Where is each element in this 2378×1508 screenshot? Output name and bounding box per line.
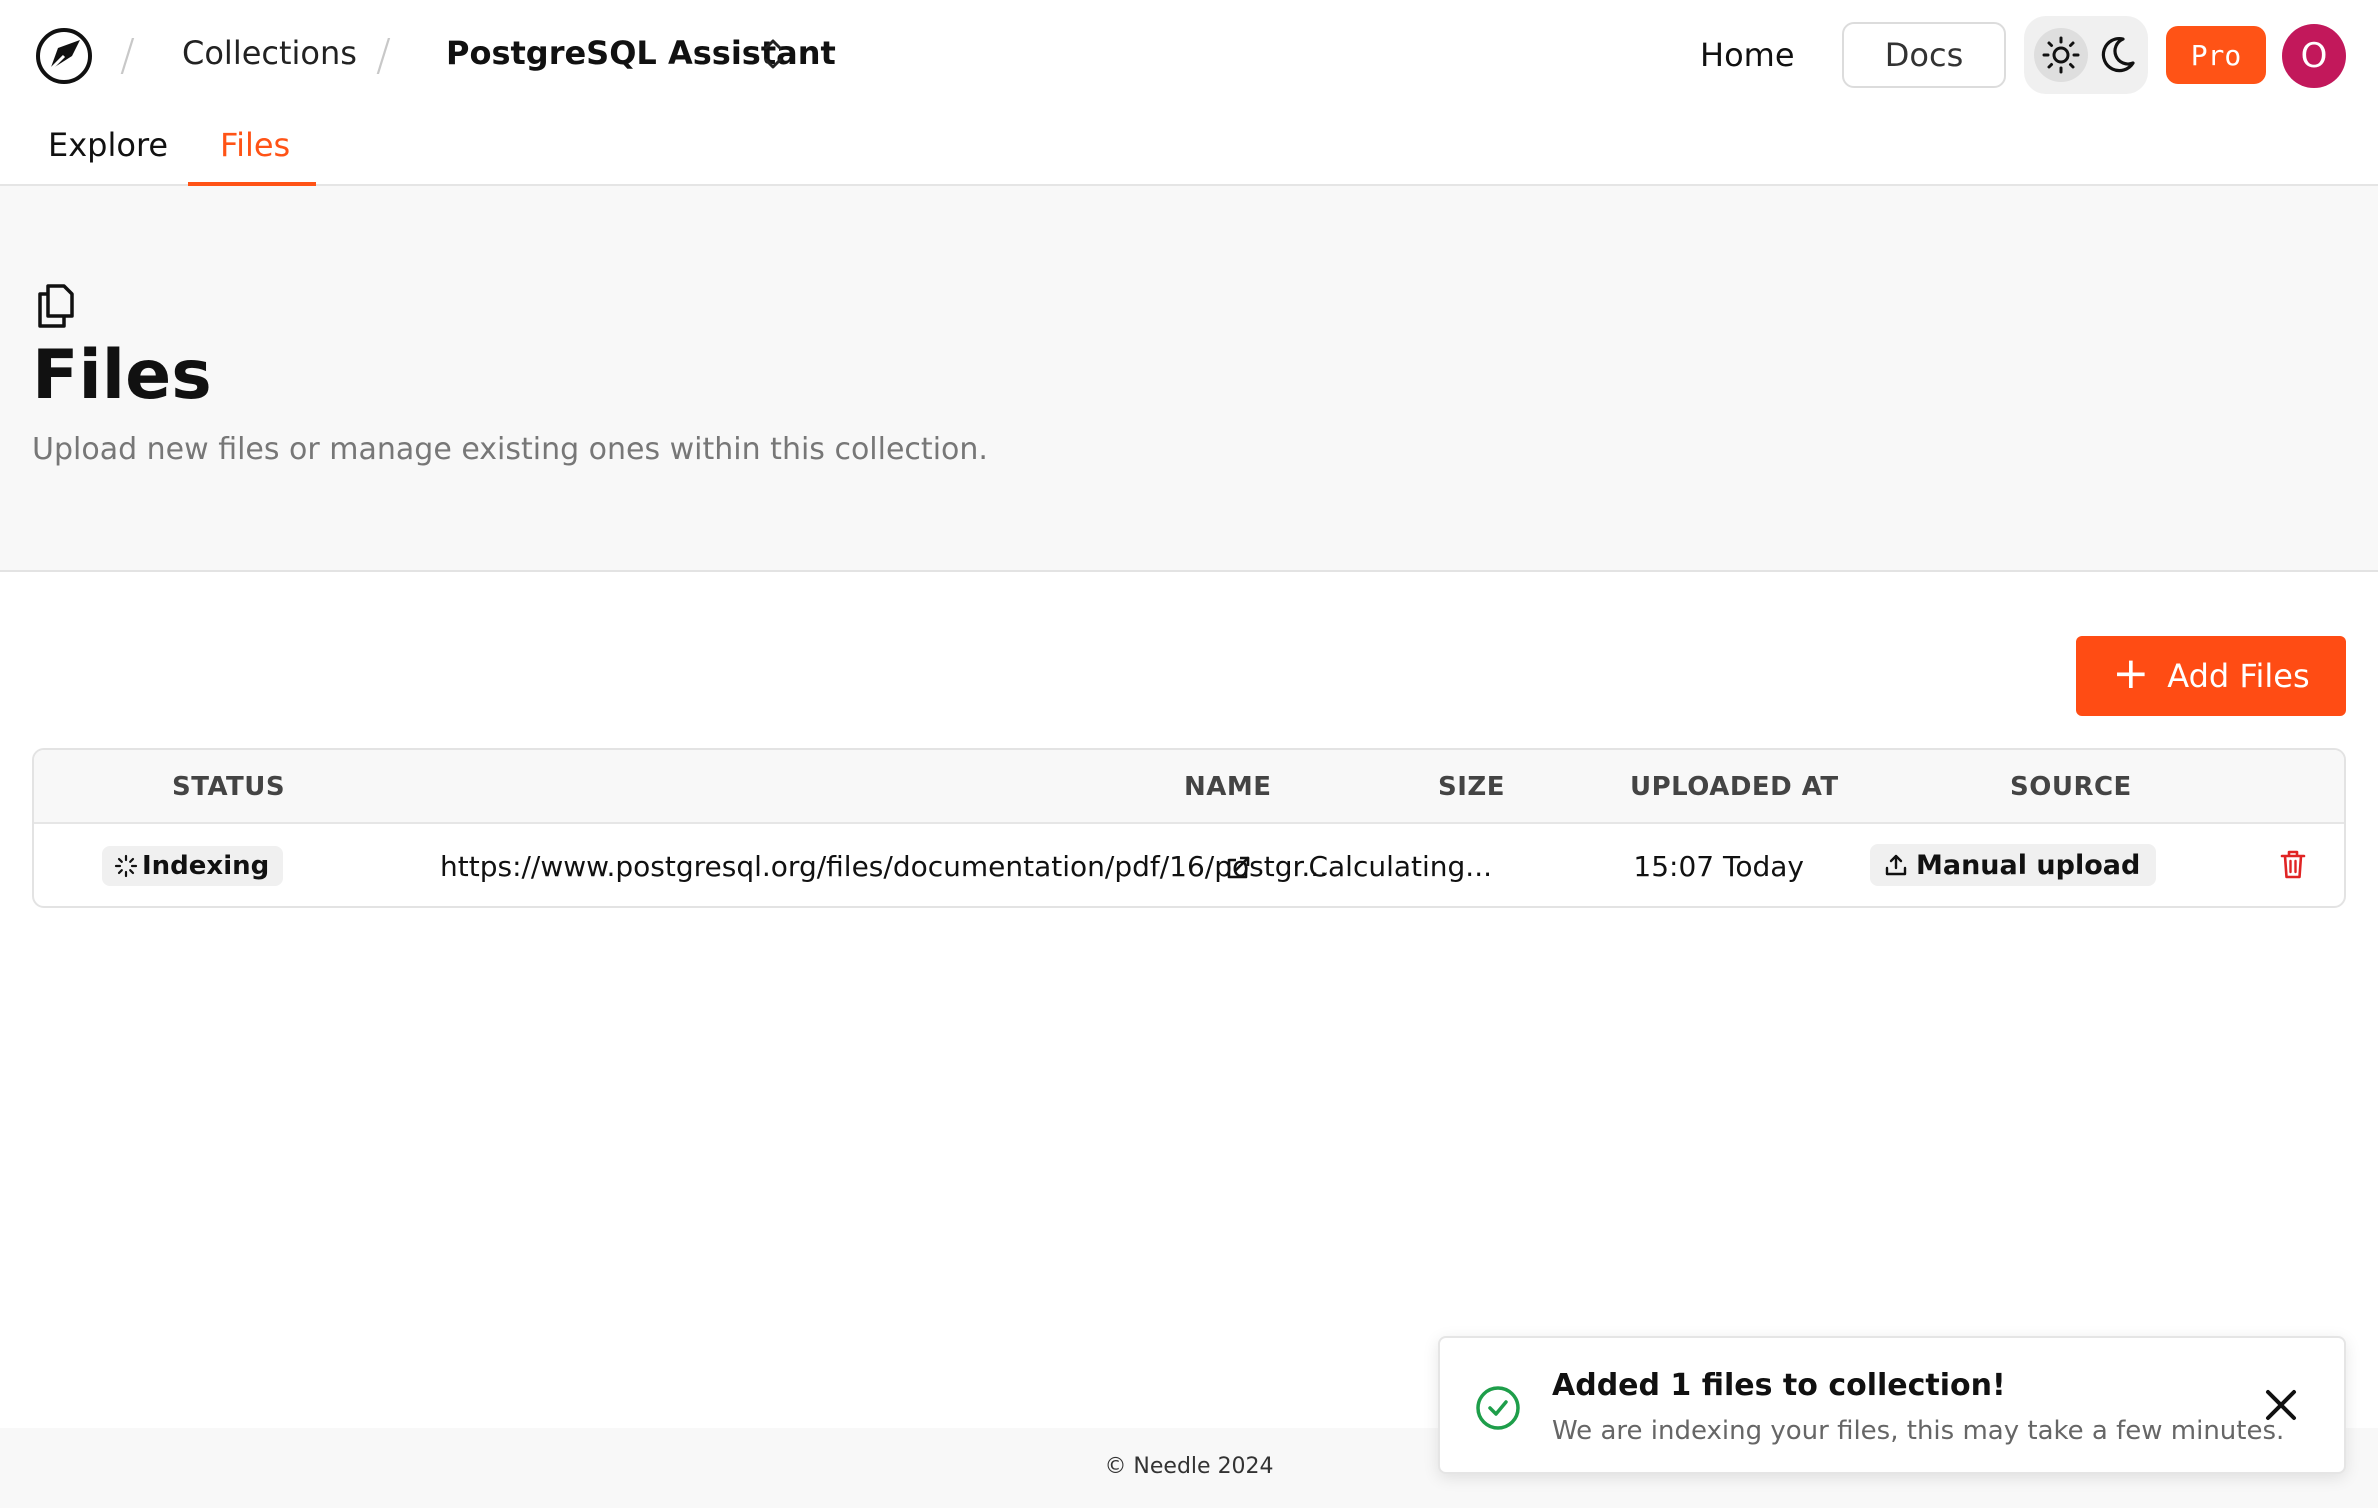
loader-icon bbox=[114, 854, 138, 878]
column-header-name: NAME bbox=[1184, 772, 1272, 802]
status-label: Indexing bbox=[142, 851, 270, 881]
add-files-label: Add Files bbox=[2167, 657, 2310, 695]
column-header-status: STATUS bbox=[172, 772, 286, 802]
pro-button[interactable]: Pro bbox=[2166, 26, 2266, 84]
app-header: / Collections / PostgreSQL Assistant Hom… bbox=[0, 0, 2378, 186]
files-copy-icon bbox=[38, 284, 74, 328]
plus-icon: + bbox=[2112, 648, 2150, 699]
chevron-up-down-icon[interactable] bbox=[758, 34, 788, 74]
theme-dark-button[interactable] bbox=[2090, 28, 2144, 82]
page-header-section: Files Upload new files or manage existin… bbox=[0, 186, 2378, 572]
page-subtitle: Upload new files or manage existing ones… bbox=[32, 432, 988, 467]
column-header-uploaded-at: UPLOADED AT bbox=[1630, 772, 1839, 802]
sun-icon bbox=[2042, 36, 2080, 74]
breadcrumb-separator: / bbox=[376, 30, 391, 81]
nav-home-link[interactable]: Home bbox=[1700, 36, 1795, 74]
trash-icon[interactable] bbox=[2278, 848, 2308, 880]
external-link-icon[interactable] bbox=[1224, 854, 1252, 882]
top-bar: / Collections / PostgreSQL Assistant Hom… bbox=[0, 0, 2378, 114]
table-header: STATUS NAME SIZE UPLOADED AT SOURCE bbox=[34, 750, 2344, 824]
uploaded-at: 15:07 Today bbox=[1633, 850, 1804, 883]
file-size: Calculating... bbox=[1308, 850, 1492, 883]
page-title: Files bbox=[32, 336, 212, 415]
files-table: STATUS NAME SIZE UPLOADED AT SOURCE Inde… bbox=[32, 748, 2346, 908]
source-label: Manual upload bbox=[1916, 849, 2141, 881]
breadcrumb-separator: / bbox=[120, 30, 135, 81]
toast-notification: Added 1 files to collection! We are inde… bbox=[1438, 1336, 2346, 1474]
avatar[interactable]: O bbox=[2282, 24, 2346, 88]
needle-compass-icon[interactable] bbox=[34, 26, 94, 86]
add-files-button[interactable]: + Add Files bbox=[2076, 636, 2346, 716]
column-header-size: SIZE bbox=[1438, 772, 1506, 802]
tab-files[interactable]: Files bbox=[220, 126, 290, 164]
file-name-link[interactable]: https://www.postgresql.org/files/documen… bbox=[440, 850, 1328, 883]
check-circle-icon bbox=[1476, 1386, 1520, 1430]
tab-bar: Explore Files bbox=[0, 114, 2378, 186]
theme-light-button[interactable] bbox=[2034, 28, 2088, 82]
column-header-source: SOURCE bbox=[2010, 772, 2132, 802]
tab-explore[interactable]: Explore bbox=[48, 126, 168, 164]
toast-title: Added 1 files to collection! bbox=[1552, 1368, 2006, 1403]
table-row: Indexing https://www.postgresql.org/file… bbox=[34, 826, 2344, 906]
docs-button[interactable]: Docs bbox=[1842, 22, 2006, 88]
theme-toggle bbox=[2024, 16, 2148, 94]
upload-icon bbox=[1885, 854, 1907, 876]
close-icon[interactable] bbox=[2260, 1384, 2302, 1426]
source-badge: Manual upload bbox=[1870, 844, 2157, 886]
breadcrumb-collections[interactable]: Collections bbox=[182, 34, 357, 72]
status-badge: Indexing bbox=[102, 846, 284, 886]
moon-icon bbox=[2101, 36, 2135, 73]
toast-message: We are indexing your files, this may tak… bbox=[1552, 1416, 2285, 1446]
